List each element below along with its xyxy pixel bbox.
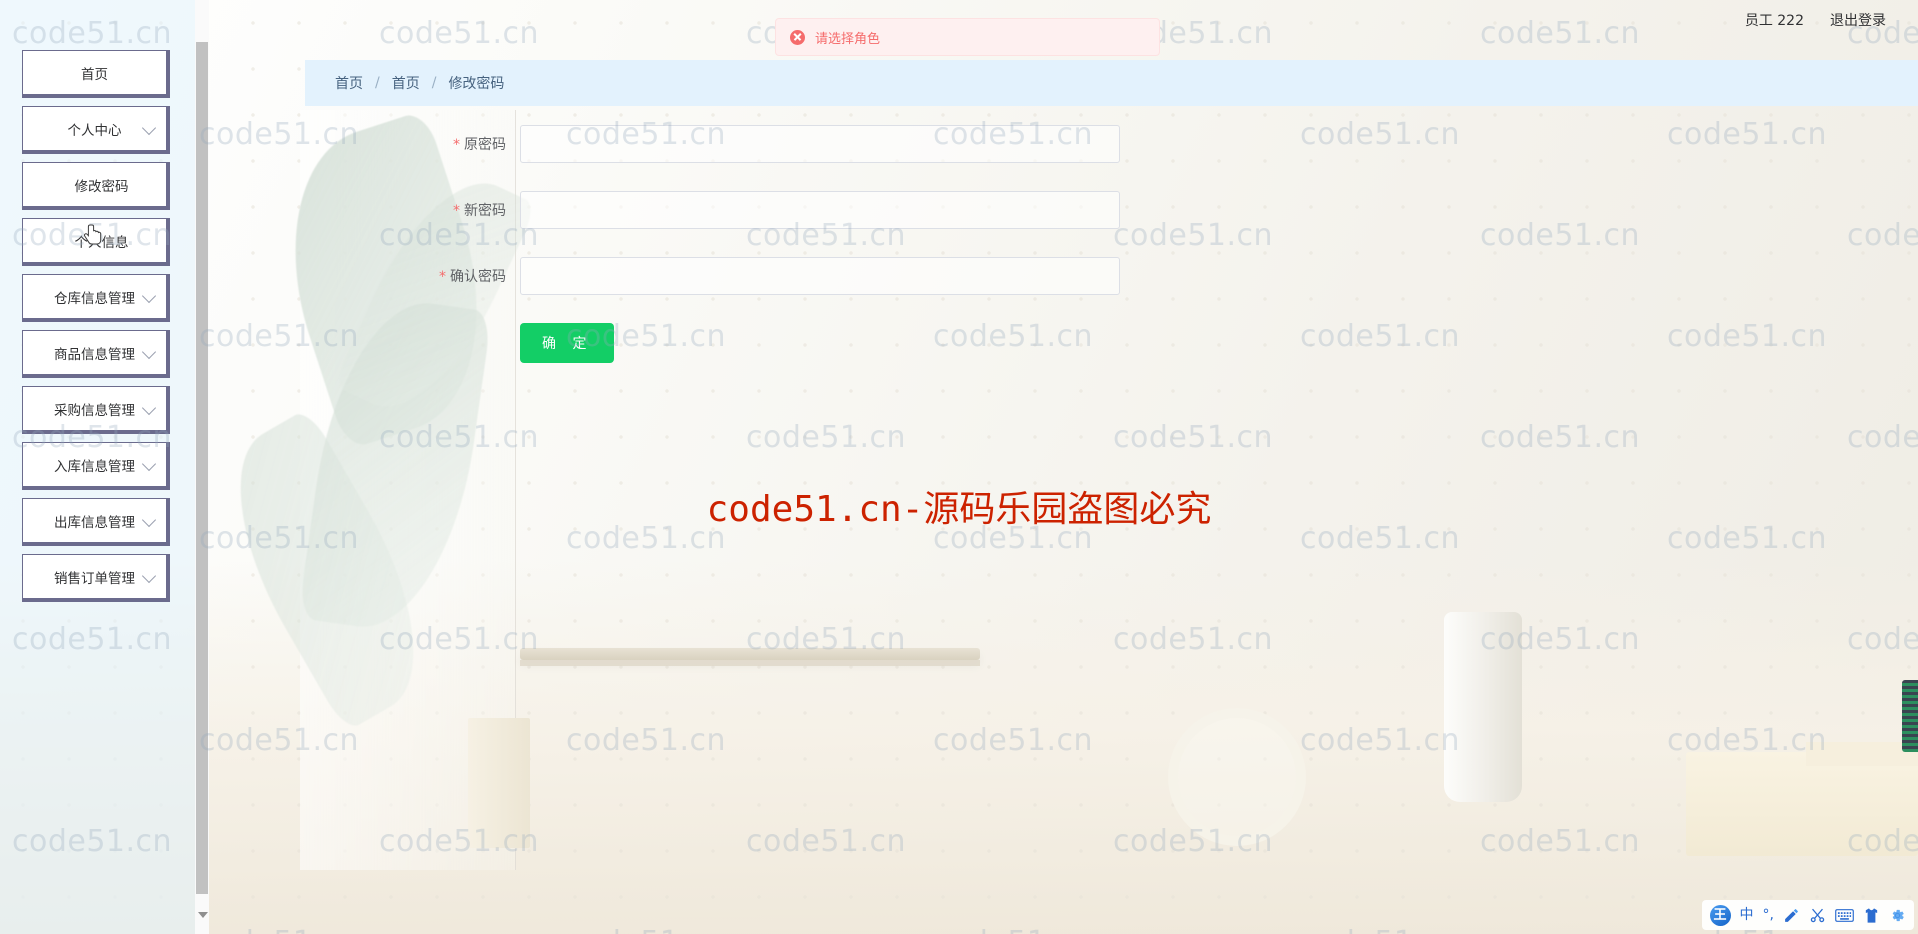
change-password-form: * 原密码 * 新密码 * 确认密码 确 定 [305,125,1905,363]
sidebar-item-7[interactable]: 入库信息管理 [22,442,170,490]
confirm-password-label-text: 确认密码 [450,269,506,285]
chevron-down-icon [141,288,157,303]
confirm-password-label: * 确认密码 [305,266,520,286]
sidebar-item-8[interactable]: 出库信息管理 [22,498,170,546]
scroll-down-arrow-icon[interactable] [198,912,208,918]
sidebar-item-label: 销售订单管理 [54,570,135,587]
sidebar-item-9[interactable]: 销售订单管理 [22,554,170,602]
sidebar-item-label: 仓库信息管理 [54,290,135,307]
chevron-down-icon [141,120,157,135]
old-password-label: * 原密码 [305,134,520,154]
breadcrumb-separator: / [431,75,437,91]
chevron-down-icon [141,344,157,359]
breadcrumb-item-1[interactable]: 首页 [392,73,420,93]
sidebar-item-label: 商品信息管理 [54,346,135,363]
sidebar-item-label: 个人中心 [67,122,122,139]
confirm-password-field[interactable] [520,257,1120,295]
sidebar-item-0[interactable]: 首页 [22,50,170,98]
chevron-down-icon [141,512,157,527]
sidebar-scrollbar-thumb[interactable] [196,42,208,894]
required-asterisk: * [453,203,460,219]
new-password-field[interactable] [520,191,1120,229]
main-content: 首页 / 首页 / 修改密码 * 原密码 * 新密码 * 确认密码 确 定 [205,0,1918,934]
sidebar-item-label: 首页 [81,66,108,83]
sidebar-item-6[interactable]: 采购信息管理 [22,386,170,434]
submit-button[interactable]: 确 定 [520,323,615,363]
required-asterisk: * [439,269,446,285]
sidebar-item-label: 修改密码 [74,178,129,195]
form-row-old-password: * 原密码 [305,125,1905,163]
ime-toolbar: 王 中 °, [1701,900,1914,930]
breadcrumb-separator: / [375,75,380,91]
old-password-label-text: 原密码 [464,137,506,153]
sidebar-item-label: 个人信息 [74,234,129,251]
sidebar-item-4[interactable]: 仓库信息管理 [22,274,170,322]
topbar: 员工 222 退出登录 [1745,0,1918,40]
keyboard-icon[interactable] [1835,908,1854,923]
current-user-label: 员工 222 [1744,13,1804,29]
breadcrumb-item-2: 修改密码 [448,76,505,92]
required-asterisk: * [453,137,460,153]
form-row-confirm-password: * 确认密码 [305,257,1905,295]
error-toast: 请选择角色 [775,18,1160,56]
breadcrumb-item-0[interactable]: 首页 [335,73,363,93]
chevron-down-icon [141,400,157,415]
ime-logo-icon[interactable]: 王 [1709,904,1731,926]
chevron-down-icon [141,456,157,471]
pen-icon[interactable] [1783,907,1800,924]
logout-link[interactable]: 退出登录 [1830,10,1886,30]
scissors-icon[interactable] [1809,907,1826,924]
page-edge-strip [1902,680,1918,752]
punctuation-icon[interactable]: °, [1763,908,1774,922]
sidebar-menu: 首页个人中心修改密码个人信息仓库信息管理 商品信息管理 采购信息管理 入库信息管理 出库… [22,50,170,610]
error-circle-icon [790,29,805,45]
sidebar-item-1[interactable]: 个人中心 [22,106,170,154]
error-toast-message: 请选择角色 [815,31,881,47]
form-row-new-password: * 新密码 [305,191,1905,229]
sidebar-item-label: 出库信息管理 [54,514,135,531]
new-password-label-text: 新密码 [464,203,506,219]
settings-gear-icon[interactable] [1889,907,1906,924]
ime-mode-toggle[interactable]: 中 [1740,908,1754,922]
chevron-down-icon [141,568,157,583]
sidebar: 首页个人中心修改密码个人信息仓库信息管理 商品信息管理 采购信息管理 入库信息管理 出库… [0,0,205,934]
new-password-label: * 新密码 [305,200,520,220]
sidebar-item-label: 采购信息管理 [54,402,135,419]
sidebar-item-3[interactable]: 个人信息 [22,218,170,266]
skin-icon[interactable] [1863,907,1880,924]
breadcrumb: 首页 / 首页 / 修改密码 [305,60,1918,106]
sidebar-item-2[interactable]: 修改密码 [22,162,170,210]
old-password-field[interactable] [520,125,1120,163]
sidebar-item-5[interactable]: 商品信息管理 [22,330,170,378]
form-actions: 确 定 [305,323,1905,363]
sidebar-item-label: 入库信息管理 [54,458,135,475]
